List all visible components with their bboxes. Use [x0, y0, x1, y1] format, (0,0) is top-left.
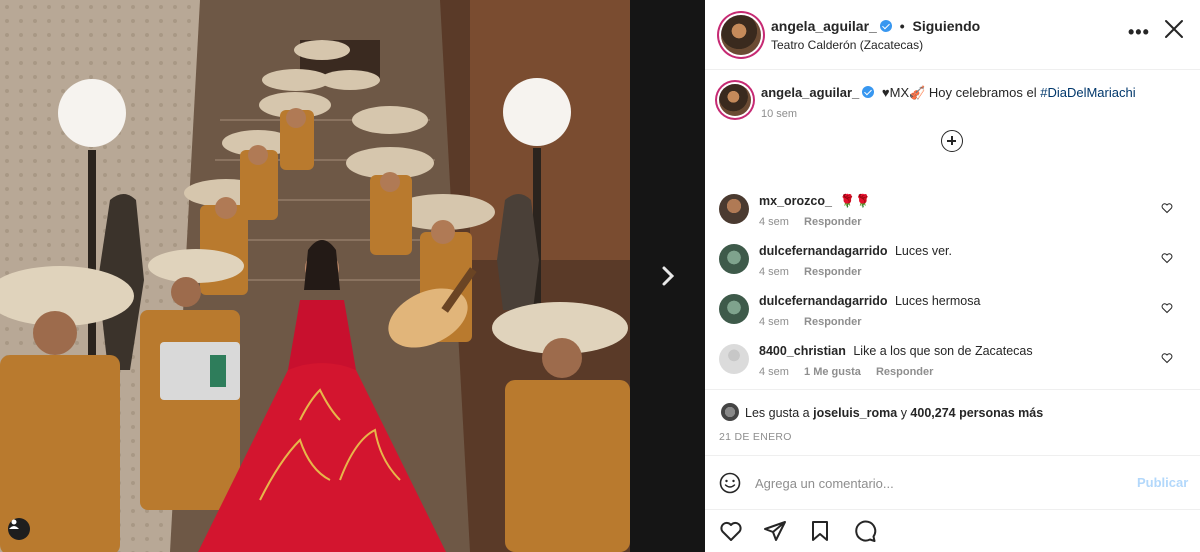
- post-photo-illustration: [0, 0, 630, 552]
- comment-username[interactable]: dulcefernandagarrido: [759, 294, 888, 308]
- comment-line: dulcefernandagarrido Luces ver.: [759, 244, 952, 258]
- reply-button[interactable]: Responder: [804, 266, 861, 278]
- add-comment-bar: Publicar: [705, 455, 1200, 509]
- comment-item: dulcefernandagarrido Luces ver. 4 sem Re…: [705, 240, 1200, 290]
- likes-section: Les gusta a joseluis_roma y 400,274 pers…: [705, 389, 1200, 454]
- commenter-avatar[interactable]: [719, 344, 749, 374]
- chevron-right-icon[interactable]: [654, 262, 682, 290]
- like-comment-heart-icon[interactable]: [1161, 352, 1173, 364]
- comment-text: Luces ver.: [894, 244, 952, 258]
- reply-button[interactable]: Responder: [876, 366, 933, 378]
- location-link[interactable]: Teatro Calderón (Zacatecas): [771, 38, 923, 52]
- commenter-avatar[interactable]: [719, 244, 749, 274]
- author-username[interactable]: angela_aguilar_: [771, 18, 877, 34]
- bookmark-icon[interactable]: [808, 519, 832, 543]
- tagged-users-icon[interactable]: [8, 518, 30, 540]
- comments-list: mx_orozco_ 🌹🌹 4 sem Responder dulceferna…: [705, 190, 1200, 390]
- follow-separator: •: [899, 18, 905, 34]
- comment-meta: 4 sem Responder: [759, 216, 874, 228]
- caption-line: angela_aguilar_ ♥MX🎻 Hoy celebramos el #…: [761, 85, 1136, 101]
- comment-input[interactable]: [755, 472, 1125, 494]
- likes-prefix: Les gusta a: [745, 406, 810, 420]
- post-photo[interactable]: [0, 0, 630, 552]
- comment-meta: 4 sem Responder: [759, 316, 874, 328]
- caption-username[interactable]: angela_aguilar_: [761, 85, 859, 100]
- comment-time: 4 sem: [759, 216, 789, 228]
- comment-line: 8400_christian Like a los que son de Zac…: [759, 344, 1033, 358]
- comment-username[interactable]: mx_orozco_: [759, 194, 832, 208]
- commenter-avatar[interactable]: [719, 194, 749, 224]
- likes-summary: Les gusta a joseluis_roma y 400,274 pers…: [745, 406, 1043, 420]
- verified-badge-icon: [879, 20, 892, 32]
- comment-text: Luces hermosa: [894, 294, 981, 308]
- comment-item: mx_orozco_ 🌹🌹 4 sem Responder: [705, 190, 1200, 240]
- comment-item: dulcefernandagarrido Luces hermosa 4 sem…: [705, 290, 1200, 340]
- post-header: angela_aguilar_ • Siguiendo Teatro Calde…: [705, 0, 1200, 70]
- close-icon[interactable]: [1163, 18, 1185, 40]
- comment-line: dulcefernandagarrido Luces hermosa: [759, 294, 980, 308]
- caption-avatar[interactable]: [719, 84, 751, 116]
- comment-time: 4 sem: [759, 266, 789, 278]
- comment-text: 🌹🌹: [839, 194, 871, 208]
- like-comment-heart-icon[interactable]: [1161, 252, 1173, 264]
- publish-button[interactable]: Publicar: [1137, 475, 1188, 490]
- likes-middle: y: [900, 406, 907, 420]
- commenter-avatar[interactable]: [719, 294, 749, 324]
- comment-meta: 4 sem Responder: [759, 266, 874, 278]
- verified-badge-icon: [862, 86, 875, 98]
- comment-item: 8400_christian Like a los que son de Zac…: [705, 340, 1200, 390]
- likes-count-link[interactable]: 400,274 personas más: [910, 406, 1043, 420]
- emoji-icon[interactable]: [719, 472, 741, 494]
- load-more-comments-icon[interactable]: [941, 130, 963, 152]
- share-icon[interactable]: [763, 519, 787, 543]
- post-actions: [705, 509, 1200, 552]
- caption-time: 10 sem: [761, 108, 798, 120]
- comment-text: Like a los que son de Zacatecas: [853, 344, 1033, 358]
- more-icon[interactable]: •••: [1128, 22, 1150, 43]
- comment-line: mx_orozco_ 🌹🌹: [759, 194, 871, 209]
- comment-time: 4 sem: [759, 366, 789, 378]
- comment-icon[interactable]: [853, 519, 877, 543]
- post-details-panel: angela_aguilar_ • Siguiendo Teatro Calde…: [705, 0, 1200, 552]
- follow-status-button[interactable]: Siguiendo: [913, 18, 981, 34]
- like-comment-heart-icon[interactable]: [1161, 202, 1173, 214]
- heart-icon[interactable]: [719, 519, 743, 543]
- reply-button[interactable]: Responder: [804, 216, 861, 228]
- post-caption: angela_aguilar_ ♥MX🎻 Hoy celebramos el #…: [705, 70, 1200, 190]
- comment-username[interactable]: 8400_christian: [759, 344, 846, 358]
- liker-username[interactable]: joseluis_roma: [813, 406, 897, 420]
- hashtag-link[interactable]: #DiaDelMariachi: [1040, 85, 1135, 100]
- comment-meta: 4 sem 1 Me gusta Responder: [759, 366, 945, 378]
- liker-avatar[interactable]: [721, 403, 739, 421]
- author-line: angela_aguilar_ • Siguiendo: [771, 18, 980, 34]
- like-comment-heart-icon[interactable]: [1161, 302, 1173, 314]
- reply-button[interactable]: Responder: [804, 316, 861, 328]
- instagram-post-modal: angela_aguilar_ • Siguiendo Teatro Calde…: [0, 0, 1200, 552]
- author-avatar[interactable]: [721, 15, 761, 55]
- comment-time: 4 sem: [759, 316, 789, 328]
- caption-text: ♥MX🎻 Hoy celebramos el: [881, 85, 1037, 100]
- comment-username[interactable]: dulcefernandagarrido: [759, 244, 888, 258]
- comment-likes-link[interactable]: 1 Me gusta: [804, 366, 861, 378]
- post-date: 21 DE ENERO: [719, 431, 792, 443]
